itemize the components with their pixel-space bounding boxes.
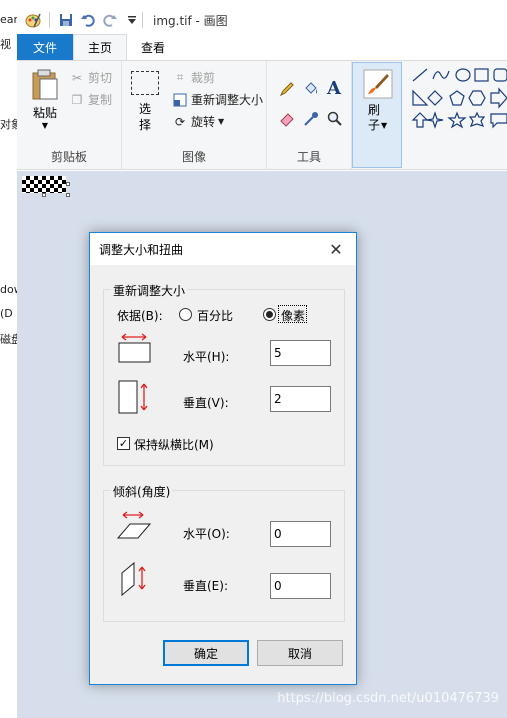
quick-access-toolbar [17, 12, 140, 28]
copy-label: 复制 [88, 93, 113, 107]
vertical-skew-icon [121, 561, 151, 600]
resize-skew-dialog: 调整大小和扭曲 ✕ 重新调整大小 依据(B): 百分比 像素 水平(H): 5 … [89, 232, 357, 685]
skew-vertical-input[interactable]: 0 [270, 573, 331, 599]
by-label: 依据(B): [117, 309, 163, 323]
copy-button[interactable]: ❐ 复制 [69, 91, 112, 108]
pencil-icon[interactable] [279, 81, 295, 97]
eraser-icon[interactable] [279, 111, 295, 127]
select-label: 选 择 [138, 102, 151, 132]
window-title: img.tif - 画图 [153, 13, 228, 28]
background-text: (D [0, 307, 13, 320]
image-canvas[interactable] [22, 176, 66, 193]
keep-ratio-label[interactable]: 保持纵横比(M) [134, 436, 214, 453]
dropdown-arrow-icon: ▼ [41, 121, 49, 130]
ok-button[interactable]: 确定 [163, 640, 249, 666]
crop-button[interactable]: ⌗ 裁剪 [172, 69, 215, 86]
clipboard-group-label: 剪贴板 [50, 150, 87, 164]
horizontal-resize-input[interactable]: 5 [270, 340, 331, 366]
percent-label[interactable]: 百分比 [197, 307, 233, 324]
rotate-label: 旋转 [191, 115, 216, 129]
cut-label: 剪切 [88, 71, 113, 85]
resize-button[interactable]: 重新调整大小 [172, 91, 263, 108]
background-text: 磁盘 [0, 333, 17, 346]
background-text: 对象 [0, 118, 17, 131]
separator [49, 12, 50, 28]
color-picker-icon[interactable] [303, 111, 319, 127]
percent-radio[interactable] [179, 308, 192, 321]
tab-view[interactable]: 查看 [127, 34, 179, 60]
resize-group-legend: 重新调整大小 [111, 282, 188, 299]
fill-bucket-icon[interactable] [303, 81, 319, 97]
vertical-resize-input[interactable]: 2 [270, 386, 331, 412]
horizontal-label: 水平(H): [183, 350, 230, 364]
background-window-strip: ear 视 对象 dow (D 磁盘 [0, 0, 17, 718]
close-icon[interactable]: ✕ [324, 237, 348, 261]
resize-handle[interactable] [66, 182, 70, 186]
dropdown-arrow-icon: ▼ [381, 121, 388, 130]
paste-label: 粘贴 [32, 106, 57, 120]
brushes-button[interactable]: 刷 子 ▼ [352, 62, 402, 168]
ribbon: 粘贴 ▼ ✂ 剪切 ❐ 复制 剪贴板 选 择 ⌗ 裁剪 重新调整大小 ⟳ 旋转 … [17, 60, 507, 170]
crop-label: 裁剪 [191, 71, 216, 85]
shapes-gallery [407, 61, 507, 169]
image-group: 选 择 ⌗ 裁剪 重新调整大小 ⟳ 旋转 ▼ 图像 [122, 61, 267, 169]
cancel-button[interactable]: 取消 [257, 640, 343, 666]
resize-label: 重新调整大小 [191, 93, 264, 107]
keep-ratio-checkbox[interactable]: ✓ [117, 437, 130, 450]
cut-button[interactable]: ✂ 剪切 [69, 69, 112, 86]
paint-app-icon[interactable] [25, 12, 41, 28]
scissors-icon: ✂ [71, 70, 83, 85]
pixels-radio[interactable] [263, 308, 276, 321]
undo-icon[interactable] [80, 12, 96, 28]
select-button[interactable]: 选 择 [128, 71, 162, 133]
paste-icon [30, 69, 60, 104]
crop-icon: ⌗ [176, 70, 184, 84]
save-icon[interactable] [58, 12, 74, 28]
skew-group-legend: 倾斜(角度) [111, 483, 173, 500]
background-text: 视 [0, 38, 11, 51]
skew-horizontal-label: 水平(O): [183, 527, 230, 541]
magnifier-icon[interactable] [327, 111, 343, 127]
background-text: ear [0, 13, 17, 26]
paste-button[interactable]: 粘贴 ▼ [25, 69, 65, 130]
text-tool-icon[interactable]: A [327, 78, 341, 99]
select-rectangle-icon [131, 71, 159, 95]
horizontal-skew-icon [116, 511, 152, 542]
resize-handle[interactable] [66, 193, 70, 197]
brushes-label: 刷 子 [368, 103, 381, 132]
horizontal-resize-icon [118, 332, 152, 367]
separator [142, 12, 143, 28]
title-bar: img.tif - 画图 [17, 6, 507, 34]
vertical-label: 垂直(V): [183, 396, 229, 410]
resize-groupbox: 重新调整大小 依据(B): 百分比 像素 水平(H): 5 垂直(V): 2 ✓… [103, 282, 345, 466]
tab-home[interactable]: 主页 [73, 34, 128, 60]
rotate-button[interactable]: ⟳ 旋转 ▼ [172, 113, 224, 130]
background-text: dow [0, 283, 17, 296]
vertical-resize-icon [118, 380, 152, 417]
ribbon-tabs: 文件 主页 查看 [17, 34, 507, 60]
pixels-label[interactable]: 像素 [281, 307, 305, 324]
rotate-icon: ⟳ [174, 114, 186, 129]
customize-toolbar-icon[interactable] [124, 12, 140, 28]
copy-icon: ❐ [71, 92, 83, 107]
skew-groupbox: 倾斜(角度) 水平(O): 0 垂直(E): 0 [103, 483, 345, 622]
resize-handle[interactable] [42, 193, 46, 197]
tools-group-label: 工具 [296, 150, 321, 164]
watermark: https://blog.csdn.net/u010476739 [277, 691, 499, 706]
shapes-icon[interactable] [411, 67, 507, 137]
redo-icon[interactable] [102, 12, 118, 28]
skew-vertical-label: 垂直(E): [183, 579, 228, 593]
resize-icon [172, 92, 188, 108]
dialog-title: 调整大小和扭曲 [99, 242, 184, 257]
tools-group: A 工具 [267, 61, 352, 169]
skew-horizontal-input[interactable]: 0 [270, 521, 331, 547]
clipboard-group: 粘贴 ▼ ✂ 剪切 ❐ 复制 剪贴板 [17, 61, 122, 169]
image-group-label: 图像 [181, 150, 206, 164]
brush-icon [363, 69, 393, 102]
dropdown-arrow-icon: ▼ [218, 117, 225, 126]
tab-file[interactable]: 文件 [17, 34, 74, 60]
dialog-title-bar: 调整大小和扭曲 ✕ [90, 233, 356, 265]
